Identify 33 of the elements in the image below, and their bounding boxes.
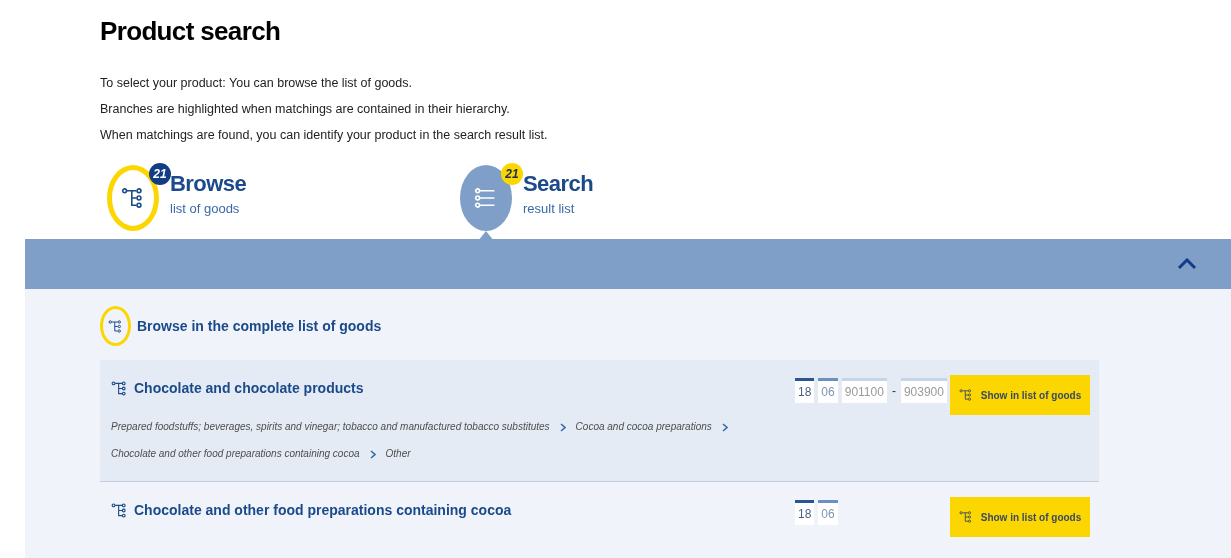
count-badge: 21	[501, 163, 523, 185]
chevron-icon	[721, 422, 728, 432]
code-field: 18	[795, 500, 815, 525]
collapse-icon[interactable]	[1177, 258, 1197, 270]
intro-text: Branches are highlighted when matchings are contained in their hierarchy.	[100, 101, 511, 118]
result-title[interactable]: Chocolate and chocolate products	[134, 378, 364, 399]
show-in-list-button[interactable]: Show in list of goods	[950, 497, 1090, 537]
count-badge: 21	[149, 163, 171, 185]
code-field: 06	[818, 500, 838, 525]
range-separator: -	[891, 382, 896, 400]
page-title: Product search	[100, 15, 282, 48]
code-field: 18	[795, 378, 815, 403]
result-title[interactable]: Chocolate and other food preparations containing cocoa	[134, 500, 512, 521]
chevron-icon	[369, 449, 376, 459]
branch-icon	[111, 380, 128, 397]
intro-text: When matchings are found, you can identify your product in the search result list.	[100, 127, 549, 144]
breadcrumb-path: Prepared foodstuffs; beverages, spirits and vinegar; tobacco and manufactured tobacco substitutes Cocoa and cocoa preparations Chocolate and other food preparations containing cocoa Other	[111, 413, 781, 467]
intro-text: To select your product: You can browse the list of goods.	[100, 75, 413, 92]
code-field: 06	[818, 378, 838, 403]
tab-title: Search	[523, 171, 594, 197]
tree-icon	[958, 510, 973, 524]
code-field: 901100	[841, 378, 887, 403]
branch-icon	[111, 502, 128, 519]
show-in-list-button[interactable]: Show in list of goods	[950, 375, 1090, 415]
browse-link[interactable]: Browse in the complete list of goods	[137, 315, 382, 337]
tree-icon	[958, 388, 973, 402]
tab-subtitle: result list	[523, 200, 576, 218]
tree-icon	[108, 318, 123, 334]
chevron-icon	[559, 422, 566, 432]
code-field: 903900	[900, 378, 947, 403]
tree-icon	[121, 186, 145, 210]
tab-title: Browse	[170, 171, 247, 197]
tab-subtitle: list of goods	[170, 200, 241, 218]
